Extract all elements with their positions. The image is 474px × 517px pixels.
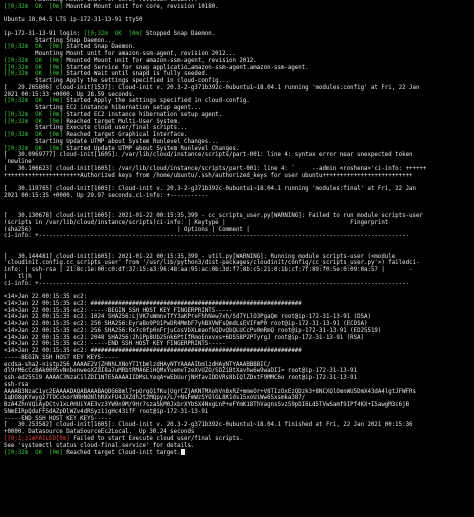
console-line: [ 30.106623] cloud-init[1605]: /var/lib/… bbox=[4, 165, 427, 172]
console-line: ci-info: +------------------------------… bbox=[4, 280, 410, 287]
console-line: [ 30.0969777] cloud-init[1605]: /var/lib… bbox=[4, 152, 413, 159]
status-ok-badge: [[0;32m OK [0m] bbox=[4, 98, 63, 105]
console-line: Starting EC2 instance hibernation setup … bbox=[4, 105, 202, 111]
status-ok-badge: [[0;32m OK [0m] bbox=[4, 64, 63, 71]
console-line: Starting Execute cloud user/final script… bbox=[4, 125, 188, 132]
console-line: [[0;32m OK [0m] Mounted Mount unit for a… bbox=[4, 57, 257, 64]
console-line: BzA4ZhnVQiAyDCtv1xL0HUiYAE3vz3YW9n9M/9Hr… bbox=[4, 402, 410, 408]
status-ok-badge: [[0;32m OK [0m] bbox=[83, 30, 143, 37]
console-line: ssh-rsa bbox=[4, 381, 29, 388]
console-line: [[0;32m OK [0m] Started Wait until snapd… bbox=[4, 71, 209, 78]
console-line: [ 30.253582] cloud-init[1605]: Cloud-ini… bbox=[4, 422, 413, 429]
status-ok-badge: [[0;32m OK [0m] bbox=[4, 132, 63, 138]
status-failed-badge: [[0;1;31mFAILED[0m] bbox=[4, 435, 70, 442]
status-ok-badge: [[0;32m OK [0m] bbox=[4, 145, 63, 152]
console-line: 2021 00:15:33 +0000. Up 28.59 seconds. bbox=[4, 91, 136, 98]
console-line: [ 30.130678] cloud-init[1605]: 2021-01-2… bbox=[4, 213, 423, 219]
console-line: ecdsa-sha2-nistp256 AAAAE2VjZHNhLXNoYTIt… bbox=[4, 361, 271, 368]
console-line: -----END SSH HOST KEY KEYS----- bbox=[4, 415, 112, 422]
console-line: 5NmEIRpQduFFSdAZpDlWZv4dRSyz1igHc43ifF r… bbox=[4, 408, 209, 415]
console-line: <14>Jan 22 00:15:35 ec2: ###############… bbox=[4, 300, 302, 307]
console-line: +0000. Datasource DataSourceEc2Local. Up… bbox=[4, 429, 195, 435]
status-ok-badge: [[0;32m OK [0m] bbox=[4, 44, 63, 51]
console-line: <14>Jan 22 00:15:35 ec2: ###############… bbox=[4, 348, 302, 354]
console-line: ci-info: +------------------------------… bbox=[4, 233, 410, 240]
console-line: 2021 00:15:35 +0000. Up 29.97 seconds.ci… bbox=[4, 192, 209, 199]
console-line: (sha256) | Options | Comment | bbox=[4, 226, 250, 233]
console-line: Starting Snap Daemon... bbox=[4, 37, 115, 44]
console-line: See 'systemctl status cloud-final.servic… bbox=[4, 442, 195, 449]
console-line: Starting Update UTMP about System Runlev… bbox=[4, 138, 219, 145]
console-line: AAAAB3NzaC1yc2EAAAADAQABAAABAQDG6Bml7+pO… bbox=[4, 388, 416, 395]
console-line: | tljh | bbox=[4, 273, 43, 280]
console-line: <14>Jan 22 00:15:35 ec2: 256 SHA256:Eyra… bbox=[4, 321, 368, 327]
console-line: <14>Jan 22 00:15:35 ec2: -----END SSH HO… bbox=[4, 341, 226, 348]
console-line: [[0;32m OK [0m] Started Apply the settin… bbox=[4, 98, 250, 105]
console-line: Ubuntu 18.04.5 LTS ip-172-31-13-91 ttyS0 bbox=[4, 17, 143, 24]
console-line: [[0;1;31mFAILED[0m] Failed to start Exec… bbox=[4, 435, 243, 442]
console-line: 'cloudinit.config.cc_scripts_user' from … bbox=[4, 260, 420, 267]
console-line: [ 29.265806] cloud-init[1537]: Cloud-ini… bbox=[4, 84, 420, 91]
console-line: <14>Jan 22 00:15:35 ec2: 256 SHA256:Rx7c… bbox=[4, 327, 382, 334]
status-ok-badge: [[0;32m OK [0m] bbox=[4, 71, 63, 78]
console-line: <14>Jan 22 00:15:35 ec2: 2048 SHA256:2h1… bbox=[4, 334, 365, 341]
console-line: dl9rM6cCcBAk0005vNnbenweoXZdI8a7uMRbtRMA… bbox=[4, 368, 358, 375]
console-line: (scripts in /var/lib/cloud/instance/scri… bbox=[4, 219, 389, 226]
console-line: ip-172-31-13-91 login: [[0;32m OK [0m] S… bbox=[4, 30, 216, 37]
console-line: <14>Jan 22 00:15:35 ec2: -----BEGIN SSH … bbox=[4, 307, 233, 314]
console-line: [ 30.119765] cloud-init[1605]: Cloud-ini… bbox=[4, 186, 416, 192]
status-ok-badge: [[0;32m OK [0m] bbox=[4, 111, 63, 118]
console-line: ssh-ed25519 AAAAC3NzaC1lZDI1NTE5AAAAIIDM… bbox=[4, 375, 358, 381]
console-line: [[0;32m OK [0m] Reached target Cloud-ini… bbox=[4, 449, 474, 456]
console-line: [[0;32m OK [0m] Started Snap Daemon. bbox=[4, 44, 136, 51]
console-output: Mounting Mount unit for core, revision 1… bbox=[4, 0, 474, 456]
status-ok-badge: [[0;32m OK [0m] bbox=[4, 450, 63, 457]
console-line: Mounting Mount unit for amazon-ssm-agent… bbox=[4, 51, 236, 57]
status-ok-badge: [[0;32m OK [0m] bbox=[4, 3, 63, 10]
console-line: [[0;32m OK [0m] Reached target Graphical… bbox=[4, 132, 188, 138]
console-line: [[0;32m OK [0m] Started Update UTMP abou… bbox=[4, 145, 240, 152]
console-line: <14>Jan 22 00:15:35 ec2: 1024 SHA256:LjV… bbox=[4, 314, 371, 321]
console-line: [[0;32m OK [0m] Reached target Multi-Use… bbox=[4, 118, 181, 125]
status-ok-badge: [[0;32m OK [0m] bbox=[4, 57, 63, 64]
cursor-icon bbox=[180, 449, 185, 456]
console-line: 1qDO8gKYwygz7TOCckorNRHNONlhRXxFU4JXZdhJ… bbox=[4, 395, 306, 402]
console-line: [ 30.144481] cloud-init[1605]: 2021-01-2… bbox=[4, 253, 396, 260]
console-line: <14>Jan 22 00:15:35 ec2: bbox=[4, 294, 88, 300]
console-line: Starting Apply the settings specified in… bbox=[4, 78, 230, 84]
console-line: info: | ssh-rsa | 21:8c:1e:00:c0:df:37:1… bbox=[4, 267, 413, 273]
status-ok-badge: [[0;32m OK [0m] bbox=[4, 118, 63, 125]
console-line: `newline' bbox=[4, 159, 36, 165]
console-line: -----BEGIN SSH HOST KEY KEYS----- bbox=[4, 354, 119, 361]
console-line: [[0;32m OK [0m] Mounted Mount unit for c… bbox=[4, 3, 219, 10]
console-line: [[0;32m OK [0m] Started EC2 instance hib… bbox=[4, 111, 223, 118]
console-line: [[0;32m OK [0m] Started Service for snap… bbox=[4, 64, 309, 71]
terminal-window[interactable]: Mounting Mount unit for core, revision 1… bbox=[0, 0, 474, 517]
console-line: ++++++++++++++++++++++Authorized keys fr… bbox=[4, 172, 413, 179]
